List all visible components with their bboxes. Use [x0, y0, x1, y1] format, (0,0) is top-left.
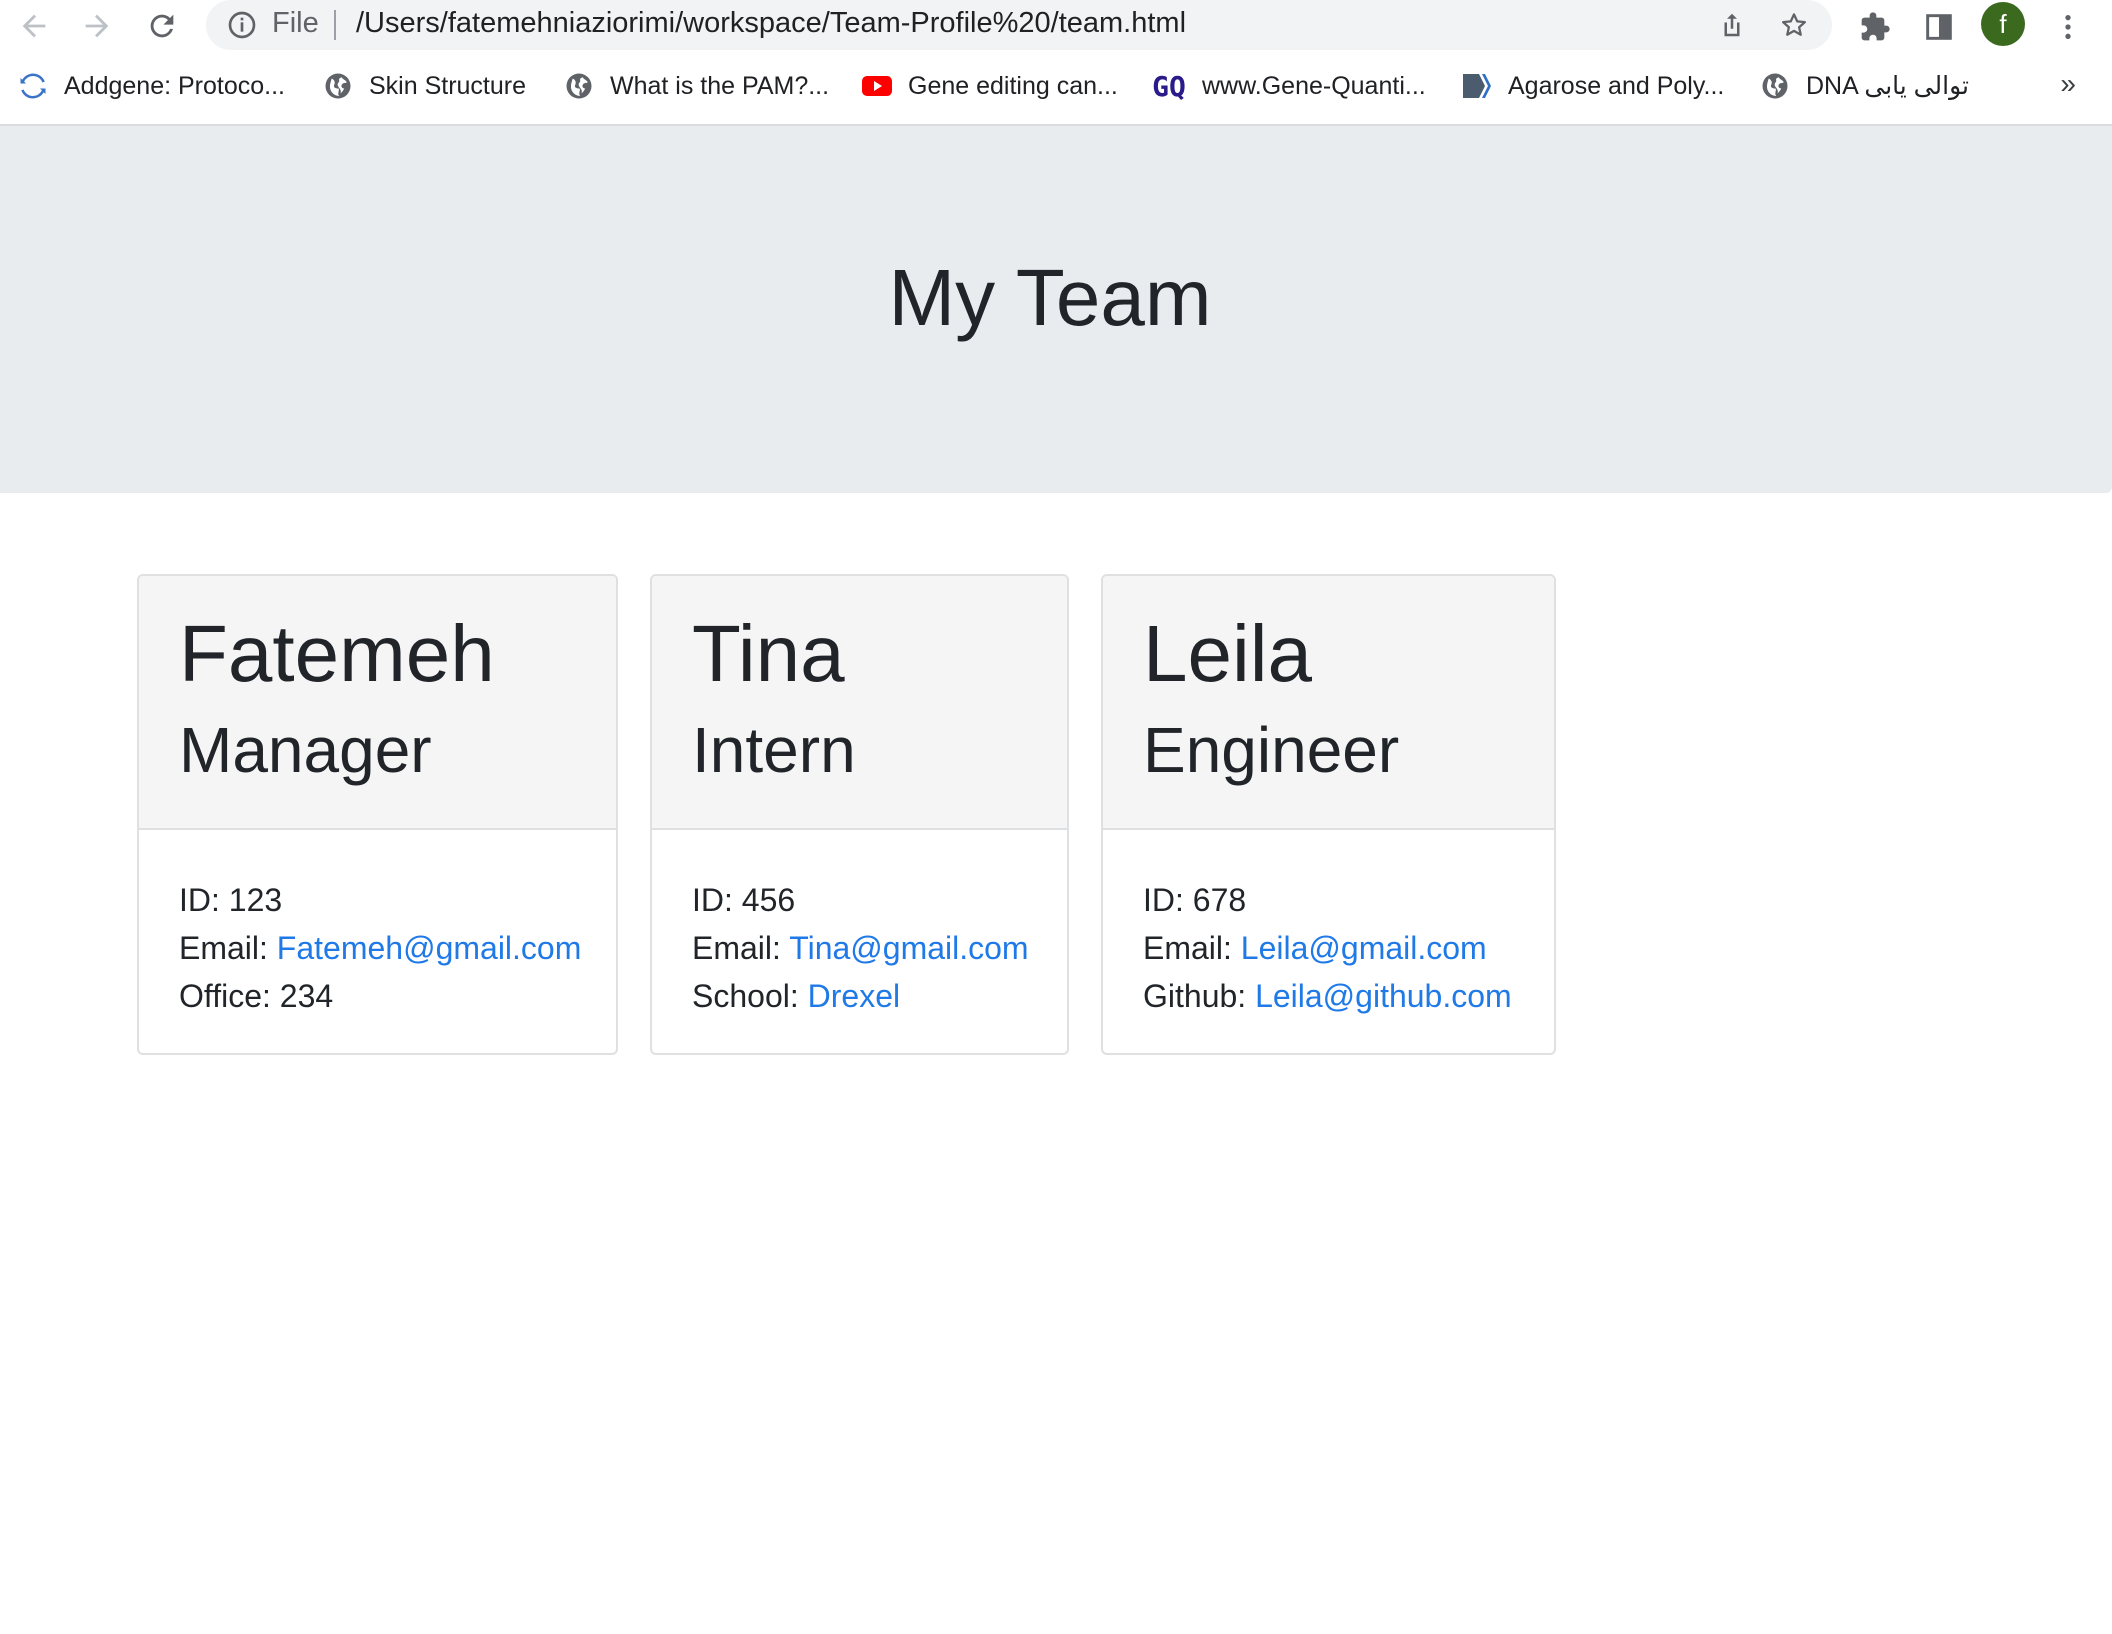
arrow-left-icon — [22, 14, 46, 38]
employee-id: 123 — [228, 882, 283, 918]
email-link[interactable]: Leila@gmail.com — [1241, 930, 1487, 966]
employee-github-row: Github: Leila@github.com — [1143, 972, 1514, 1020]
share-icon — [1724, 13, 1740, 37]
profile-avatar[interactable]: f — [1981, 2, 2025, 46]
employee-school-row: School: Drexel — [692, 972, 1027, 1020]
youtube-icon — [862, 71, 892, 101]
employee-id: 456 — [741, 882, 796, 918]
arrow-right-icon — [85, 14, 109, 38]
employee-email-row: Email: Fatemeh@gmail.com — [179, 924, 581, 972]
employee-name: Fatemeh — [179, 609, 495, 698]
employee-id: 678 — [1192, 882, 1247, 918]
employee-email-row: Email: Tina@gmail.com — [692, 924, 1029, 972]
globe-icon — [323, 71, 353, 101]
address-bar[interactable]: File /Users/fatemehniaziorimi/workspace/… — [206, 0, 1832, 50]
employee-id-row: ID: 678 — [1143, 876, 1514, 924]
reload-button[interactable] — [140, 4, 184, 48]
kebab-menu-icon — [2065, 15, 2071, 39]
header-jumbotron: My Team — [0, 126, 2112, 493]
card-body: ID: 123 Email: Fatemeh@gmail.com Office:… — [139, 830, 616, 1020]
bookmarks-overflow-button[interactable]: » — [2060, 68, 2076, 100]
bookmark-skin-structure[interactable]: Skin Structure — [323, 66, 526, 106]
card-header: Fatemeh Manager — [139, 576, 616, 830]
bookmark-label: Agarose and Poly... — [1508, 71, 1725, 100]
employee-id-row: ID: 123 — [179, 876, 576, 924]
card-header: Leila Engineer — [1103, 576, 1554, 830]
globe-icon — [564, 71, 594, 101]
employee-role: Engineer — [1143, 714, 1400, 786]
card-body: ID: 678 Email: Leila@gmail.com Github: L… — [1103, 830, 1554, 1020]
star-icon — [1782, 13, 1806, 36]
bookmark-star-button[interactable] — [1776, 7, 1812, 43]
gq-icon: GQ — [1152, 69, 1186, 103]
bookmark-label: What is the PAM?... — [610, 71, 830, 100]
bookmark-gene-editing[interactable]: Gene editing can... — [862, 66, 1118, 106]
id-label: ID: — [1143, 882, 1193, 918]
back-button[interactable] — [12, 4, 56, 48]
office-label: Office: — [179, 978, 280, 1014]
employee-role: Intern — [692, 714, 856, 786]
email-label: Email: — [179, 930, 277, 966]
share-button[interactable] — [1714, 7, 1750, 43]
office-number: 234 — [279, 978, 334, 1014]
bookmark-gene-quantification[interactable]: GQ www.Gene-Quanti... — [1152, 66, 1426, 106]
url-separator — [334, 10, 336, 40]
browser-toolbar: File /Users/fatemehniaziorimi/workspace/… — [0, 0, 2112, 56]
email-link[interactable]: Tina@gmail.com — [789, 930, 1028, 966]
page-title: My Team — [888, 253, 1212, 342]
menu-button[interactable] — [2046, 5, 2090, 49]
bookmarks-bar: Addgene: Protoco... Skin Structure What … — [0, 62, 2112, 112]
bookmark-addgene[interactable]: Addgene: Protoco... — [18, 66, 285, 106]
email-label: Email: — [1143, 930, 1241, 966]
bookmark-agarose[interactable]: Agarose and Poly... — [1462, 66, 1724, 106]
bookmark-label: DNA توالی یابی — [1806, 72, 1969, 100]
puzzle-icon — [1861, 12, 1890, 41]
employee-office-row: Office: 234 — [179, 972, 576, 1020]
side-panel-button[interactable] — [1917, 5, 1961, 49]
school-label: School: — [692, 978, 808, 1014]
bookmark-label: www.Gene-Quanti... — [1202, 71, 1426, 100]
globe-icon — [1760, 71, 1790, 101]
github-label: Github: — [1143, 978, 1256, 1014]
bookmark-label: Gene editing can... — [908, 71, 1118, 100]
card-body: ID: 456 Email: Tina@gmail.com School: Dr… — [652, 830, 1067, 1020]
employee-role: Manager — [179, 714, 432, 786]
id-label: ID: — [179, 882, 229, 918]
id-label: ID: — [692, 882, 742, 918]
info-icon[interactable] — [226, 9, 258, 41]
bookmark-label: Addgene: Protoco... — [64, 71, 285, 100]
school-link[interactable]: Drexel — [808, 978, 900, 1014]
email-link[interactable]: Fatemeh@gmail.com — [277, 930, 582, 966]
employee-name: Leila — [1143, 609, 1313, 698]
url-scheme-label: File — [272, 7, 319, 39]
github-link[interactable]: Leila@github.com — [1255, 978, 1512, 1014]
forward-button[interactable] — [75, 4, 119, 48]
email-label: Email: — [692, 930, 790, 966]
bookmark-label: Skin Structure — [369, 71, 527, 100]
slides-icon — [1462, 71, 1492, 101]
bookmark-dna-sequencing[interactable]: DNA توالی یابی — [1760, 66, 1969, 106]
employee-id-row: ID: 456 — [692, 876, 1027, 924]
employee-email-row: Email: Leila@gmail.com — [1143, 924, 1514, 972]
bookmark-what-is-pam[interactable]: What is the PAM?... — [564, 66, 829, 106]
url-text[interactable]: /Users/fatemehniaziorimi/workspace/Team-… — [356, 7, 1186, 40]
employee-card-manager: Fatemeh Manager ID: 123 Email: Fatemeh@g… — [137, 574, 618, 1055]
sync-icon — [18, 71, 48, 101]
employee-name: Tina — [692, 609, 845, 698]
reload-icon — [150, 14, 174, 38]
side-panel-icon — [1926, 14, 1952, 40]
extensions-button[interactable] — [1853, 5, 1897, 49]
employee-card-intern: Tina Intern ID: 456 Email: Tina@gmail.co… — [650, 574, 1069, 1055]
employee-card-engineer: Leila Engineer ID: 678 Email: Leila@gmai… — [1101, 574, 1556, 1055]
card-header: Tina Intern — [652, 576, 1067, 830]
